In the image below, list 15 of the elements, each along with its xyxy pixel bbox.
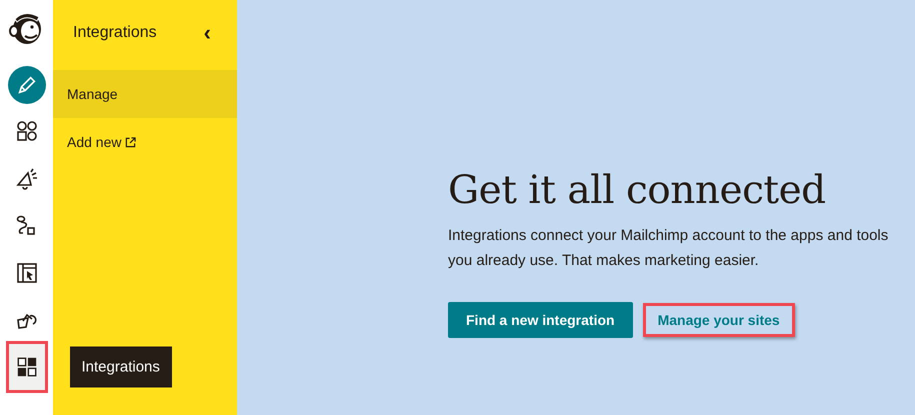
intro-text: Integrations connect your Mailchimp account to the apps and tools you already use. That makes marketing easier.: [448, 226, 890, 271]
collapse-button[interactable]: ‹: [204, 22, 211, 44]
page-heading: Get it all connected: [448, 168, 827, 213]
layout-cursor-icon: [14, 260, 38, 284]
find-integration-button[interactable]: Find a new integration: [448, 302, 633, 338]
tooltip: Integrations: [70, 346, 172, 387]
people-icon: [14, 120, 38, 144]
integrations-button[interactable]: [6, 340, 48, 392]
panel-nav-item[interactable]: Add new: [53, 118, 237, 166]
pencil-icon: [16, 74, 38, 96]
panel-title: Integrations: [73, 24, 157, 42]
panel-nav-item[interactable]: Manage: [53, 70, 237, 118]
grid-icon: [16, 356, 38, 378]
megaphone-icon: [14, 166, 38, 190]
create-button[interactable]: [8, 66, 46, 104]
